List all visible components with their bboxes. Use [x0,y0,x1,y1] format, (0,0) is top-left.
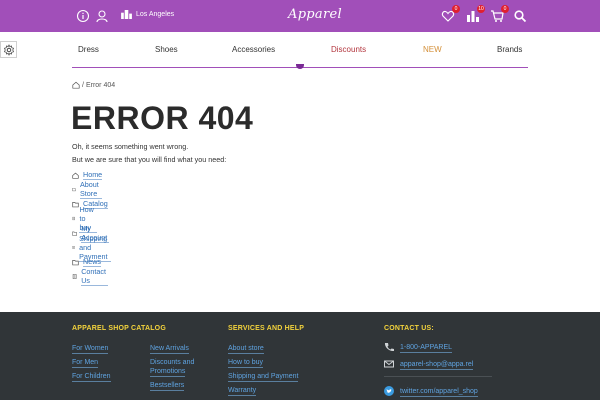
phone-icon [384,343,394,352]
nav-shoes[interactable]: Shoes [155,45,178,54]
page-title: ERROR 404 [71,100,254,136]
mail-icon [384,360,394,368]
footer-email[interactable]: apparel-shop@appa.rel [400,360,474,370]
city-icon [121,10,132,19]
list-item: Shipping and Payment [72,234,112,262]
footer-link-new-arrivals[interactable]: New Arrivals [150,344,189,354]
info-icon[interactable] [76,9,90,23]
gear-icon [3,43,14,56]
home-icon[interactable] [72,81,80,89]
doc-icon [72,246,75,249]
twitter-icon[interactable] [384,386,394,396]
footer-phone[interactable]: 1-800-APPAREL [400,343,453,353]
folder-icon [72,231,77,236]
page: { "header": { "city": "Los Angeles", "lo… [0,0,600,400]
footer-link-bestsellers[interactable]: Bestsellers [150,381,185,391]
folder-icon [72,259,79,265]
footer-link-men[interactable]: For Men [72,358,99,368]
error-message-line2: But we are sure that you will find what … [72,155,227,164]
doc-icon [72,274,77,279]
footer-link-how-to-buy[interactable]: How to buy [228,358,264,368]
link-home[interactable]: Home [83,170,103,180]
cart-count-badge: 0 [501,5,509,13]
nav-accessories[interactable]: Accessories [232,45,275,54]
breadcrumb: / Error 404 [72,81,115,89]
footer-link-warranty[interactable]: Warranty [228,386,257,396]
wishlist-count-badge: 0 [452,5,460,13]
nav-brands[interactable]: Brands [497,45,522,54]
breadcrumb-current: Error 404 [85,81,116,89]
footer-link-children[interactable]: For Children [72,372,111,382]
list-item: About Store [72,180,102,199]
nav-dress[interactable]: Dress [78,45,99,54]
nav-new[interactable]: NEW [423,45,442,54]
city-label: Los Angeles [136,11,175,18]
top-bar: Los Angeles Apparel 0 10 0 [0,0,600,32]
footer-twitter[interactable]: twitter.com/apparel_shop [400,387,478,397]
logo[interactable]: Apparel [288,7,342,22]
footer-catalog-heading: APPAREL SHOP CATALOG [72,325,166,332]
main-nav: Dress Shoes Accessories Discounts NEW Br… [72,40,528,66]
breadcrumb-separator: / [82,81,84,89]
user-icon[interactable] [95,9,109,23]
folder-icon [72,201,79,207]
settings-button[interactable] [0,41,17,58]
compare-count-badge: 10 [477,5,485,13]
error-message-line1: Oh, it seems something went wrong. [72,142,189,151]
nav-indicator [296,64,304,69]
search-icon [514,10,527,23]
city-selector[interactable]: Los Angeles [121,10,174,19]
footer-link-promotions[interactable]: Promotions [150,367,186,377]
footer-link-discounts[interactable]: Discounts and [150,358,194,367]
footer-link-women[interactable]: For Women [72,344,109,354]
footer-contact-heading: CONTACT US: [384,325,434,332]
folder-icon [72,188,76,192]
footer-link-about-store[interactable]: About store [228,344,264,354]
link-about-store[interactable]: About Store [80,180,102,199]
wishlist-button[interactable]: 0 [441,5,460,23]
search-button[interactable] [513,9,527,23]
home-icon [72,172,79,179]
doc-icon [72,216,75,221]
footer-divider [384,376,492,377]
cart-button[interactable]: 0 [490,5,509,23]
list-item: Contact Us [72,267,108,286]
link-contact-us[interactable]: Contact Us [81,267,108,286]
footer-link-shipping[interactable]: Shipping and Payment [228,372,299,382]
link-news[interactable]: News [83,257,101,267]
footer-services-heading: SERVICES AND HELP [228,325,305,332]
compare-button[interactable]: 10 [466,5,485,23]
nav-discounts[interactable]: Discounts [331,45,366,54]
